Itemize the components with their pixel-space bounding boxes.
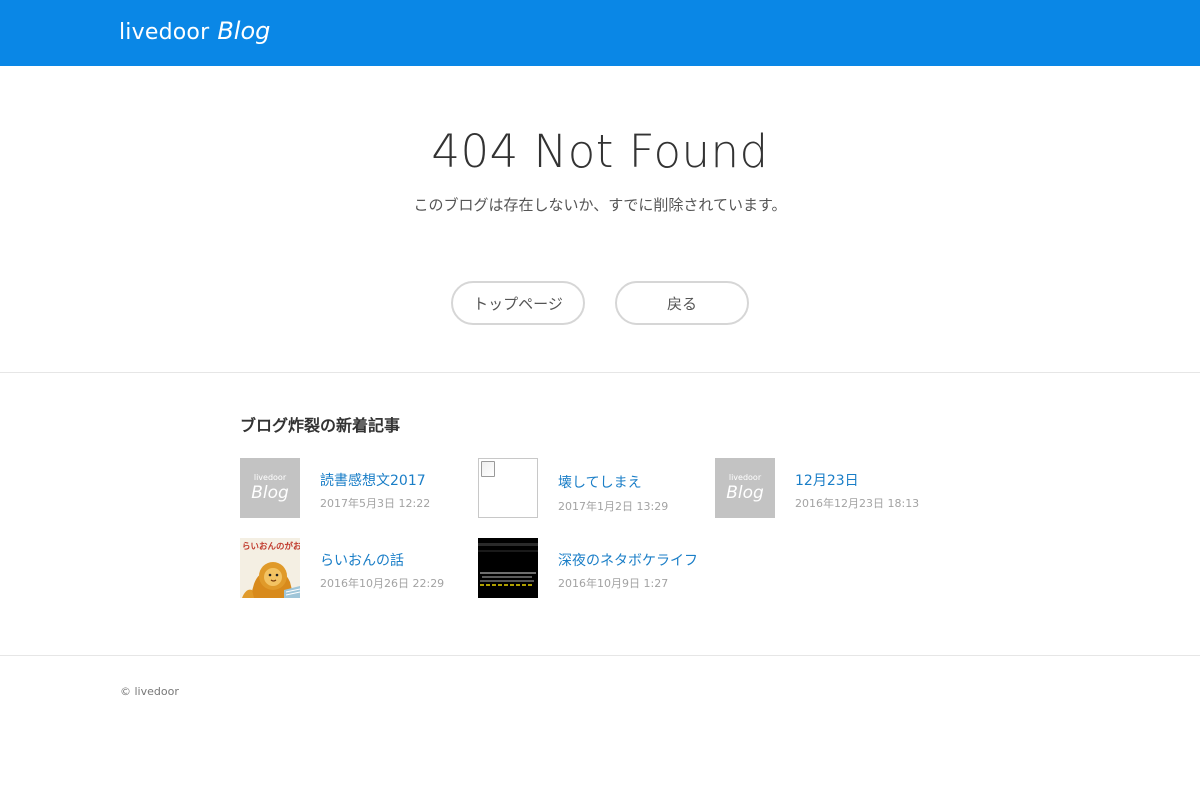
article-thumbnail[interactable] xyxy=(478,538,538,598)
article-item[interactable]: 深夜のネタボケライフ 2016年10月9日 1:27 xyxy=(478,538,708,598)
article-date: 2017年5月3日 12:22 xyxy=(320,497,431,510)
logo-text-livedoor: livedoor xyxy=(119,20,210,45)
error-message: このブログは存在しないか、すでに削除されています。 xyxy=(413,196,787,214)
thumb-logo-blog: Blog xyxy=(251,483,289,503)
section-divider xyxy=(0,372,1200,373)
action-buttons: トップページ 戻る xyxy=(0,281,1200,325)
article-item[interactable]: livedoor Blog 読書感想文2017 2017年5月3日 12:22 xyxy=(240,458,470,518)
article-date: 2016年10月9日 1:27 xyxy=(558,577,669,590)
footer-divider xyxy=(0,655,1200,656)
article-title-link[interactable]: 壊してしまえ xyxy=(558,472,642,492)
article-title-link[interactable]: 12月23日 xyxy=(795,470,859,490)
article-title-link[interactable]: らいおんの話 xyxy=(320,550,404,570)
footer-copyright: © livedoor xyxy=(120,685,179,698)
article-date: 2016年12月23日 18:13 xyxy=(795,497,920,510)
lion-picture-icon: らいおんのがお xyxy=(242,541,300,598)
error-title: 404 Not Found xyxy=(431,125,769,178)
article-thumbnail[interactable] xyxy=(478,458,538,518)
article-item[interactable]: 壊してしまえ 2017年1月2日 13:29 xyxy=(478,458,708,518)
dark-screenshot-icon xyxy=(478,543,538,586)
back-button[interactable]: 戻る xyxy=(615,281,749,325)
thumb-logo-blog: Blog xyxy=(726,483,764,503)
article-title-link[interactable]: 読書感想文2017 xyxy=(320,470,426,490)
broken-image-icon xyxy=(481,461,495,477)
lion-caption: らいおんのがお xyxy=(242,541,300,552)
article-title-link[interactable]: 深夜のネタボケライフ xyxy=(558,550,698,570)
error-section: 404 Not Found このブログは存在しないか、すでに削除されています。 … xyxy=(0,126,1200,325)
article-date: 2017年1月2日 13:29 xyxy=(558,500,669,513)
logo-text-blog: Blog xyxy=(217,17,271,45)
thumb-logo-livedoor: livedoor xyxy=(253,473,287,482)
article-item[interactable]: livedoor Blog 12月23日 2016年12月23日 18:13 xyxy=(715,458,945,518)
site-header: livedoor Blog xyxy=(0,0,1200,66)
article-item[interactable]: らいおんのがお らいおんの話 2016年10月26日 22:29 xyxy=(240,538,470,598)
article-thumbnail[interactable]: らいおんのがお xyxy=(240,538,300,598)
article-thumbnail[interactable]: livedoor Blog xyxy=(715,458,775,518)
livedoor-blog-logo[interactable]: livedoor Blog xyxy=(119,17,270,45)
article-thumbnail[interactable]: livedoor Blog xyxy=(240,458,300,518)
recent-articles-heading: ブログ炸裂の新着記事 xyxy=(240,416,401,435)
thumb-logo-livedoor: livedoor xyxy=(728,473,762,482)
recent-articles: ブログ炸裂の新着記事 livedoor Blog 読書感想文2017 2017年… xyxy=(240,412,960,598)
article-date: 2016年10月26日 22:29 xyxy=(320,577,445,590)
top-page-button[interactable]: トップページ xyxy=(451,281,585,325)
